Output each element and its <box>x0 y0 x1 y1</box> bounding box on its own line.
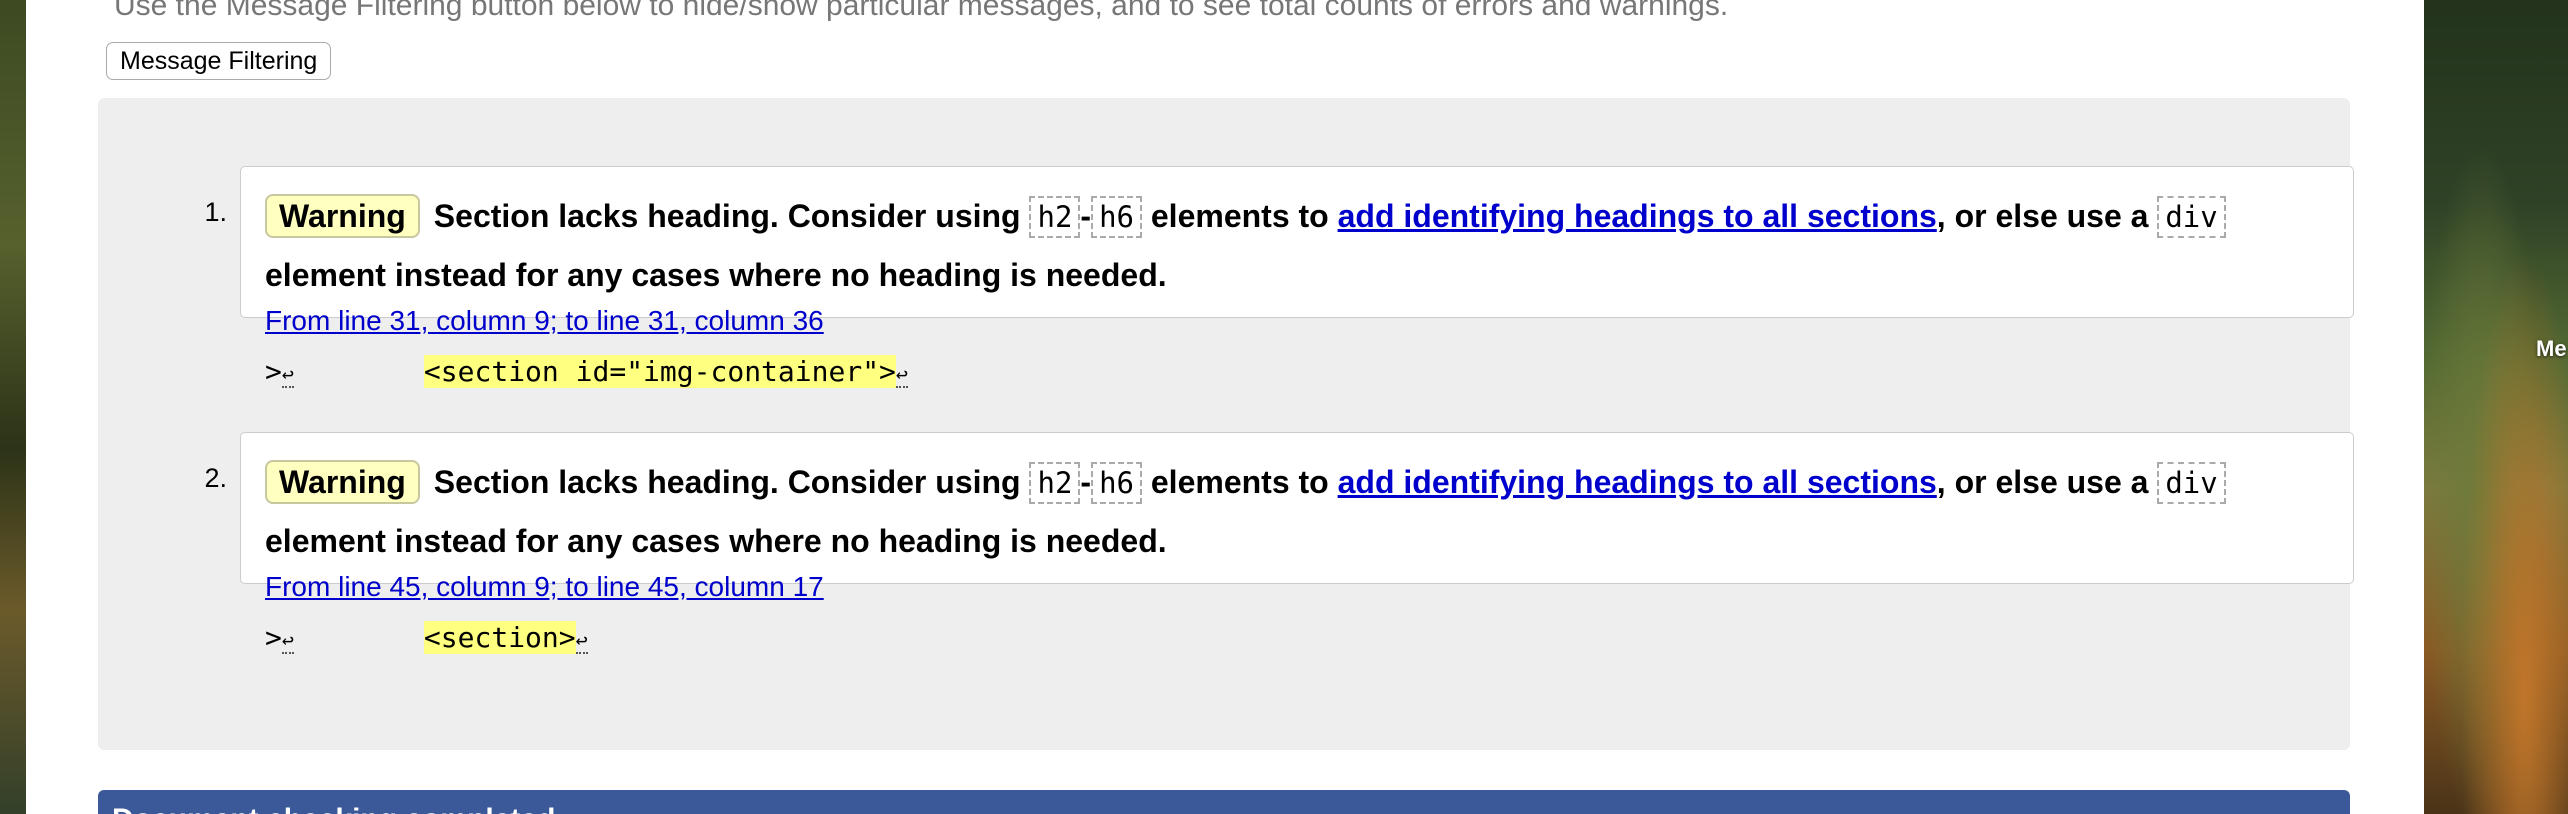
desktop-label: Me <box>2536 336 2567 361</box>
warning-badge: Warning <box>265 460 420 504</box>
warning-badge: Warning <box>265 194 420 238</box>
code-h6: h6 <box>1091 462 1142 504</box>
message-text: Warning Section lacks heading. Consider u… <box>265 187 2325 304</box>
code-extract: >↩ <section id="img-container">↩ <box>265 355 908 388</box>
message-text-mid: elements to <box>1150 198 1329 234</box>
headings-doc-link[interactable]: add identifying headings to all sections <box>1338 198 1937 234</box>
desktop-wallpaper-left <box>0 0 26 814</box>
warning-message: 1. Warning Section lacks heading. Conside… <box>204 166 2354 388</box>
message-text-before: Section lacks heading. Consider using <box>433 464 1021 500</box>
message-text-after: , or else use a <box>1936 464 2149 500</box>
code-extract: >↩ <section>↩ <box>265 621 588 654</box>
intro-text: Use the Message Filtering button below t… <box>114 0 1729 22</box>
message-number: 2. <box>204 463 227 493</box>
location-link[interactable]: From line 45, column 9; to line 45, colu… <box>265 571 824 603</box>
validator-page: Use the Message Filtering button below t… <box>26 0 2424 814</box>
desktop-wallpaper-right <box>2424 0 2568 814</box>
code-div: div <box>2157 196 2226 238</box>
message-number: 1. <box>204 197 227 227</box>
highlighted-code: <section id="img-container"> <box>423 355 896 388</box>
results-panel: 1. Warning Section lacks heading. Conside… <box>98 98 2354 750</box>
headings-doc-link[interactable]: add identifying headings to all sections <box>1338 464 1937 500</box>
message-text-end: element instead for any cases where no h… <box>265 257 1167 293</box>
warning-message: 2. Warning Section lacks heading. Conside… <box>204 432 2354 654</box>
highlighted-code: <section> <box>423 621 576 654</box>
dash: - <box>1080 198 1092 234</box>
message-text-after: , or else use a <box>1936 198 2149 234</box>
message-text-before: Section lacks heading. Consider using <box>433 198 1021 234</box>
code-h6: h6 <box>1091 196 1142 238</box>
extract-prefix: > <box>265 621 282 654</box>
code-div: div <box>2157 462 2226 504</box>
return-icon: ↩ <box>895 362 908 388</box>
message-text-end: element instead for any cases where no h… <box>265 523 1167 559</box>
return-icon: ↩ <box>575 628 588 654</box>
dash: - <box>1080 464 1092 500</box>
return-icon: ↩ <box>281 628 294 654</box>
return-icon: ↩ <box>281 362 294 388</box>
document-checking-bar: Document checking completed. <box>98 790 2350 814</box>
extract-prefix: > <box>265 355 282 388</box>
message-filtering-button[interactable]: Message Filtering <box>106 42 332 80</box>
code-h2: h2 <box>1029 196 1081 238</box>
message-text: Warning Section lacks heading. Consider u… <box>265 453 2325 570</box>
location-link[interactable]: From line 31, column 9; to line 31, colu… <box>265 305 824 337</box>
code-h2: h2 <box>1029 462 1081 504</box>
message-text-mid: elements to <box>1150 464 1329 500</box>
